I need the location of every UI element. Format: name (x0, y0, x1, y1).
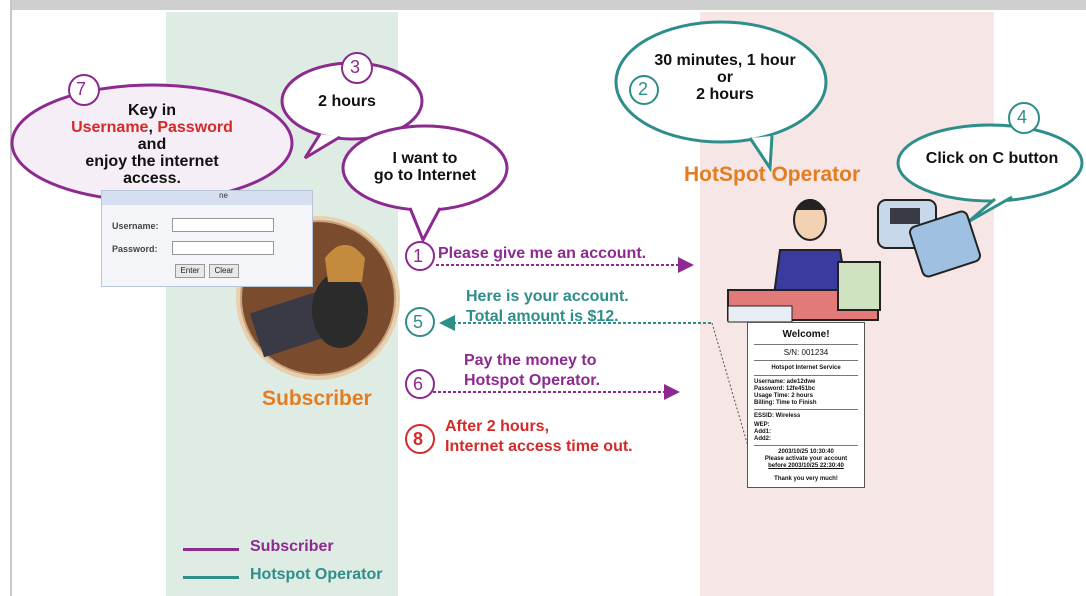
bubble-3-number: 3 (350, 57, 361, 77)
bubble-7-text: Key in Username, Password and enjoy the … (32, 102, 272, 187)
legend-subscriber-label: Subscriber (250, 538, 334, 555)
step-6-line1: Pay the money to (464, 352, 597, 369)
receipt-thanks: Thank you very much! (774, 476, 838, 482)
step-5-line2: Total amount is $12. (466, 308, 619, 325)
receipt-sn: S/N: 001234 (783, 348, 829, 357)
bubble-7-username: Username (71, 119, 149, 136)
step-1-text: Please give me an account. (438, 245, 647, 262)
legend-operator-swatch (183, 576, 239, 579)
bubble-7-line5: access. (123, 170, 181, 187)
bubble-2-line2: or (717, 69, 733, 86)
legend-subscriber-swatch (183, 548, 239, 551)
receipt-divider (754, 375, 858, 376)
bubble-2-line1: 30 minutes, 1 hour (654, 52, 796, 69)
arrow-step-5-link (711, 322, 753, 461)
clear-button[interactable]: Clear (209, 264, 239, 278)
step-5-line1: Here is your account. (466, 288, 629, 305)
bubble-7-line3: and (137, 136, 167, 153)
login-form-header: ne (102, 191, 312, 205)
step-6-number: 6 (413, 374, 424, 394)
step-8-text: After 2 hours, Internet access time out. (445, 417, 633, 457)
username-label: Username: (112, 221, 159, 231)
bubble-1-text: I want to go to Internet (350, 150, 500, 184)
step-5-text: Here is your account. Total amount is $1… (466, 287, 629, 327)
receipt-divider (754, 445, 858, 446)
receipt-line: WEP: (754, 422, 770, 428)
receipt-line: Billing: Time to Finish (754, 400, 817, 406)
bubble-7-sep: , (148, 119, 158, 136)
receipt-line: Usage Time: 2 hours (754, 393, 813, 399)
bubble-7-line4: enjoy the internet (85, 153, 219, 170)
receipt-divider (754, 409, 858, 410)
legend-operator-label: Hotspot Operator (250, 566, 383, 583)
bubble-7-password: Password (157, 119, 233, 136)
subscriber-role-label: Subscriber (262, 387, 372, 410)
enter-button[interactable]: Enter (175, 264, 205, 278)
receipt-line: 2003/10/25 10:30:40 (778, 449, 834, 455)
receipt-divider (754, 344, 858, 345)
diagram-canvas: 7 Key in Username, Password and enjoy th… (0, 0, 1086, 596)
receipt-line: Add2: (754, 436, 771, 442)
bubble-4-number: 4 (1017, 107, 1028, 127)
receipt-line: Add1: (754, 429, 771, 435)
bubble-7-line2: Username, Password (32, 119, 272, 136)
step-1-number: 1 (413, 246, 424, 266)
password-label: Password: (112, 244, 158, 254)
receipt-line: Username: ade12dwe (754, 379, 816, 385)
operator-illustration (727, 199, 982, 323)
receipt-service: Hotspot Internet Service (771, 365, 841, 371)
bubble-2-text: 30 minutes, 1 hour or 2 hours (640, 52, 810, 103)
login-form-header-text: ne (219, 191, 228, 200)
operator-role-label: HotSpot Operator (684, 163, 861, 186)
bubble-1-line1: I want to (392, 150, 458, 167)
receipt-line: Password: 12fe451bc (754, 386, 816, 392)
step-6-line2: Hotspot Operator. (464, 372, 601, 389)
account-receipt: Welcome! S/N: 001234 Hotspot Internet Se… (747, 322, 865, 488)
bubble-2-line3: 2 hours (696, 86, 754, 103)
step-5-number: 5 (413, 312, 424, 332)
bubble-1-line2: go to Internet (373, 167, 477, 184)
receipt-line: before 2003/10/25 22:30:40 (768, 463, 844, 469)
bubble-4-text: Click on C button (925, 150, 1059, 167)
username-input[interactable] (172, 218, 274, 232)
receipt-line: Please activate your account (764, 456, 848, 462)
step-8-number: 8 (413, 429, 424, 449)
receipt-title: Welcome! (782, 329, 830, 340)
receipt-line: ESSID: Wireless (754, 413, 801, 419)
step-8-line2: Internet access time out. (445, 438, 633, 455)
password-input[interactable] (172, 241, 274, 255)
bubble-7-number: 7 (76, 79, 87, 99)
step-6-text: Pay the money to Hotspot Operator. (464, 351, 600, 391)
bubble-3-text: 2 hours (318, 93, 376, 110)
bubble-7-line1: Key in (127, 102, 176, 119)
step-8-line1: After 2 hours, (445, 418, 550, 435)
receipt-divider (754, 360, 858, 361)
login-form: ne Username: Password: Enter Clear (101, 190, 313, 287)
